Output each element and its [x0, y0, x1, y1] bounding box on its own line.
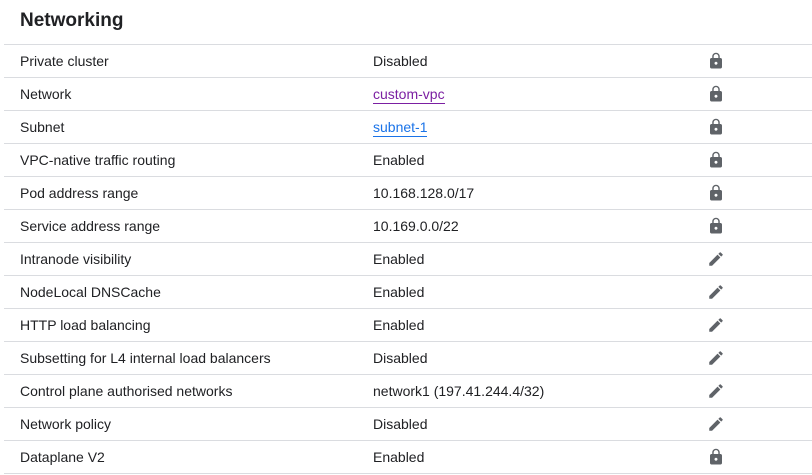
lock-icon	[707, 52, 725, 70]
table-row-network-policy: Network policy Disabled	[4, 408, 812, 441]
lock-icon	[707, 85, 725, 103]
edit-icon[interactable]	[707, 283, 725, 301]
table-row-pod-address-range: Pod address range 10.168.128.0/17	[4, 177, 812, 210]
row-value: Enabled	[373, 317, 425, 333]
row-label: Intranode visibility	[20, 251, 132, 267]
subnet-link[interactable]: subnet-1	[373, 119, 428, 137]
table-row-intranode-visibility: Intranode visibility Enabled	[4, 243, 812, 276]
row-value: custom-vpc	[373, 78, 445, 110]
edit-icon[interactable]	[707, 382, 725, 400]
row-value: network1 (197.41.244.4/32)	[373, 383, 545, 399]
table-row-dataplane-v2: Dataplane V2 Enabled	[4, 441, 812, 474]
edit-icon[interactable]	[707, 415, 725, 433]
row-label: Network policy	[20, 416, 112, 432]
edit-icon[interactable]	[707, 316, 725, 334]
table-row-private-cluster: Private cluster Disabled	[4, 45, 812, 78]
row-value: Enabled	[373, 449, 425, 465]
row-label: Dataplane V2	[20, 449, 105, 465]
networking-table: Private cluster Disabled Network custom-…	[4, 44, 812, 474]
row-label: Control plane authorised networks	[20, 383, 233, 399]
row-value: 10.168.128.0/17	[373, 185, 475, 201]
lock-icon	[707, 118, 725, 136]
row-value: Enabled	[373, 251, 425, 267]
row-label: Subnet	[20, 119, 65, 135]
row-label: Private cluster	[20, 53, 109, 69]
row-label: HTTP load balancing	[20, 317, 151, 333]
row-value: 10.169.0.0/22	[373, 218, 459, 234]
row-value: Disabled	[373, 416, 428, 432]
row-label: VPC-native traffic routing	[20, 152, 176, 168]
row-value: Disabled	[373, 53, 428, 69]
lock-icon	[707, 184, 725, 202]
row-label: Network	[20, 86, 72, 102]
edit-icon[interactable]	[707, 349, 725, 367]
table-row-vpc-native-routing: VPC-native traffic routing Enabled	[4, 144, 812, 177]
section-title: Networking	[20, 10, 124, 31]
lock-icon	[707, 151, 725, 169]
table-row-subnet: Subnet subnet-1	[4, 111, 812, 144]
row-value: Enabled	[373, 152, 425, 168]
lock-icon	[707, 217, 725, 235]
row-value: Enabled	[373, 284, 425, 300]
row-value: Disabled	[373, 350, 428, 366]
table-row-control-plane-networks: Control plane authorised networks networ…	[4, 375, 812, 408]
row-label: Subsetting for L4 internal load balancer…	[20, 350, 271, 366]
row-label: Pod address range	[20, 185, 139, 201]
row-value: subnet-1	[373, 111, 428, 143]
table-row-service-address-range: Service address range 10.169.0.0/22	[4, 210, 812, 243]
table-row-network: Network custom-vpc	[4, 78, 812, 111]
row-label: Service address range	[20, 218, 161, 234]
table-row-l4-subsetting: Subsetting for L4 internal load balancer…	[4, 342, 812, 375]
row-label: NodeLocal DNSCache	[20, 284, 161, 300]
table-row-nodelocal-dnscache: NodeLocal DNSCache Enabled	[4, 276, 812, 309]
table-row-http-load-balancing: HTTP load balancing Enabled	[4, 309, 812, 342]
lock-icon	[707, 448, 725, 466]
edit-icon[interactable]	[707, 250, 725, 268]
network-link[interactable]: custom-vpc	[373, 86, 445, 104]
